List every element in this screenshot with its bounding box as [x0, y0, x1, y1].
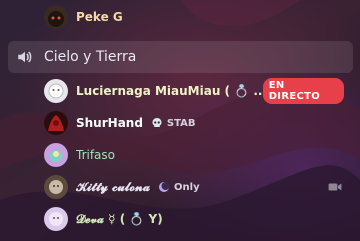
avatar	[44, 5, 68, 29]
member-name: 𝓚𝓲𝓽𝓽𝔂 𝓬𝓾𝓵𝓸𝓷𝓪	[76, 179, 151, 194]
voice-member-deva[interactable]: 𝓓𝓮𝓿𝓪 ☿ ( 💍 Y)	[40, 206, 356, 232]
server-tag: STAB	[166, 117, 196, 129]
skull-icon	[151, 117, 163, 129]
server-tag: Only	[174, 181, 200, 193]
member-name: 𝓓𝓮𝓿𝓪 ☿ ( 💍 Y)	[76, 211, 163, 226]
voice-member-peke-g[interactable]: Peke G	[40, 4, 356, 30]
voice-member-luciernaga[interactable]: Luciernaga MiauMiau ( 💍 ... EN DIRECTO	[40, 78, 356, 104]
voice-member-kitty-culona[interactable]: 𝓚𝓲𝓽𝓽𝔂 𝓬𝓾𝓵𝓸𝓷𝓪 Only	[40, 174, 356, 200]
voice-member-shurhand[interactable]: ShurHand STAB	[40, 110, 356, 136]
voice-member-trifaso[interactable]: Trifaso	[40, 142, 356, 168]
live-badge: EN DIRECTO	[262, 78, 344, 104]
avatar	[44, 207, 68, 231]
member-name: Trifaso	[76, 148, 116, 162]
voice-channel-cielo-y-tierra[interactable]: Cielo y Tierra	[8, 41, 353, 73]
avatar	[44, 143, 68, 167]
member-name: ShurHand	[76, 116, 143, 130]
avatar	[44, 79, 68, 103]
speaker-icon	[16, 47, 36, 67]
avatar	[44, 111, 68, 135]
channel-name: Cielo y Tierra	[44, 49, 137, 65]
video-camera-icon	[328, 181, 342, 193]
member-name: Luciernaga MiauMiau ( 💍 ...	[76, 84, 263, 98]
member-name: Peke G	[76, 10, 123, 24]
avatar	[44, 175, 68, 199]
crescent-icon	[158, 181, 170, 193]
